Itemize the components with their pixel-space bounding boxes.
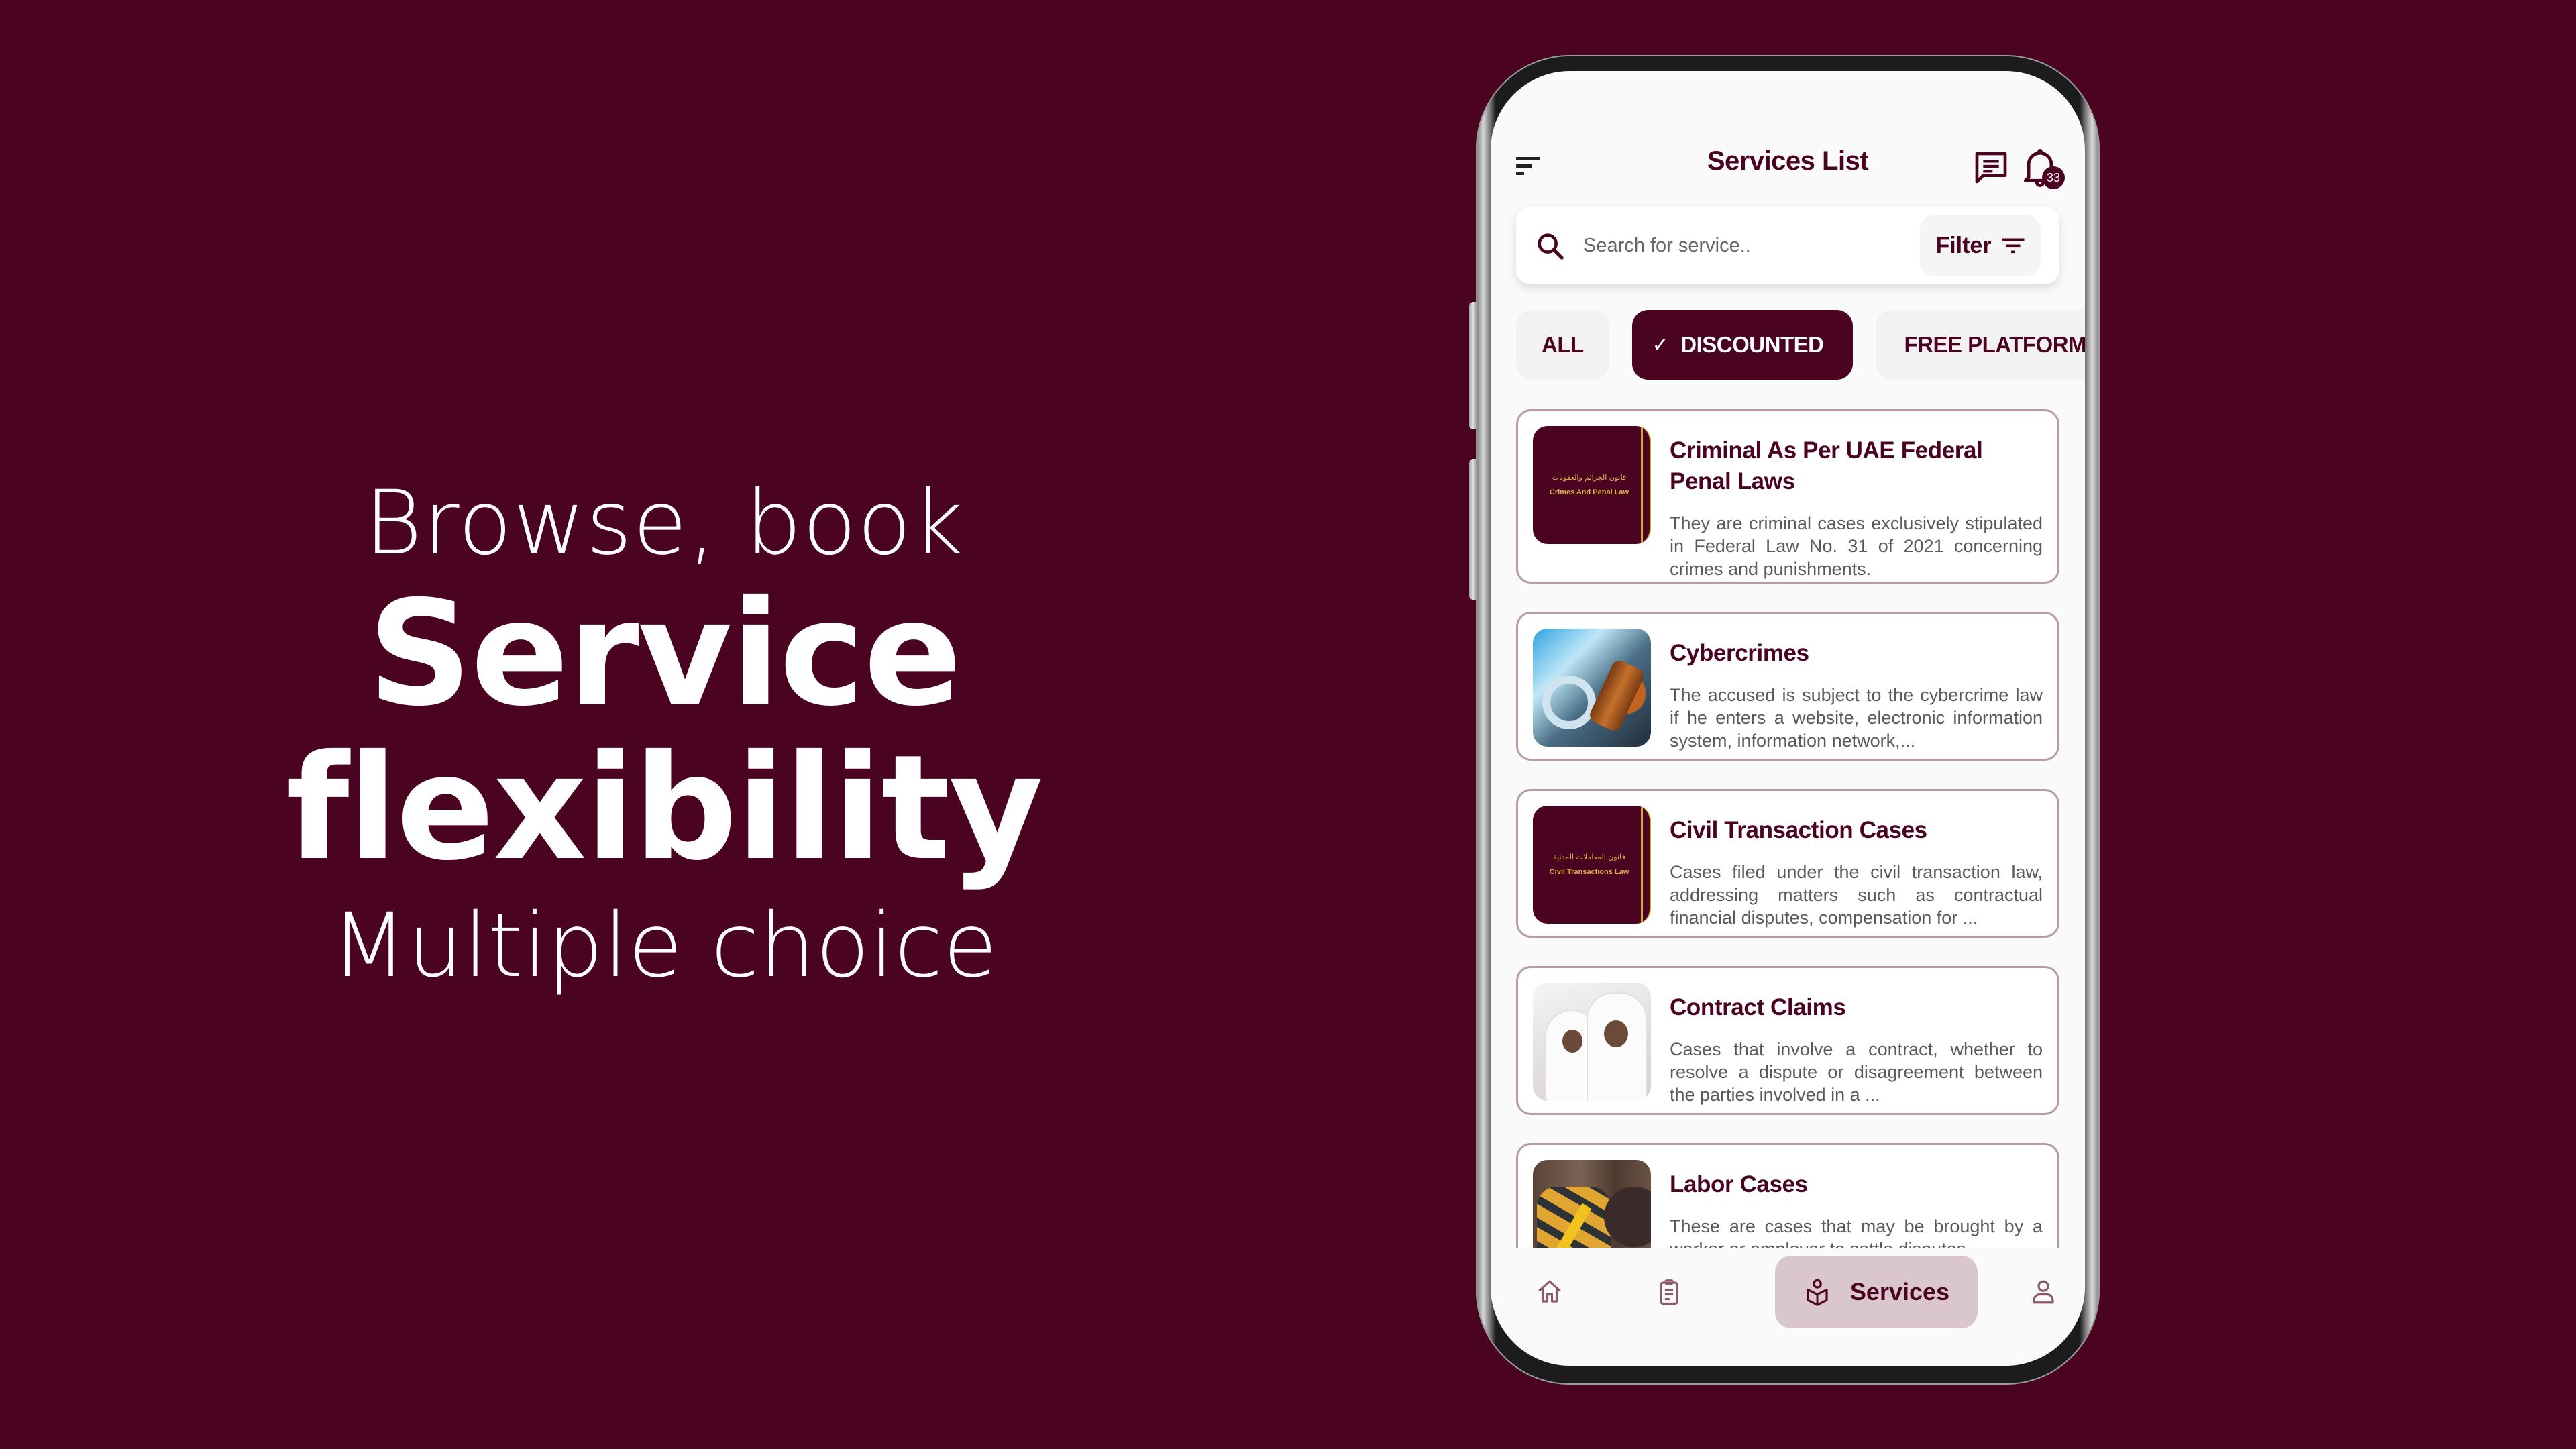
service-description: Cases filed under the civil transaction … [1670,862,2043,928]
hero-line-choice: Multiple choice [331,894,998,998]
chip-label: ALL [1542,332,1584,357]
nav-services-label: Services [1849,1278,1950,1305]
user-icon [2033,1280,2054,1304]
services-list[interactable]: قانون الجرائم والعقوبات Crimes And Penal… [1516,409,2059,1248]
service-description: These are cases that may be brought by a… [1670,1216,2043,1248]
book-title-english: Crimes And Penal Law [1549,488,1629,496]
nav-orders[interactable] [1642,1256,1696,1328]
chat-icon[interactable] [1972,149,2010,186]
notification-badge: 33 [2042,166,2065,189]
service-description: Cases that involve a contract, whether t… [1670,1039,2043,1105]
service-card[interactable]: قانون المعاملات المدنية Civil Transactio… [1516,789,2059,938]
book-title-arabic: قانون المعاملات المدنية [1553,853,1625,861]
service-title: Contract Claims [1670,994,1846,1020]
book-title-arabic: قانون الجرائم والعقوبات [1552,473,1627,482]
search-bar: Filter [1516,207,2059,284]
services-reader-icon [1807,1279,1828,1306]
check-icon: ✓ [1652,333,1669,356]
bottom-navigation: Services [1491,1249,2085,1350]
service-card[interactable]: Contract Claims Cases that involve a con… [1516,966,2059,1115]
book-title-english: Civil Transactions Law [1549,868,1629,876]
chip-all[interactable]: ALL [1516,310,1609,380]
chip-discounted[interactable]: ✓ DISCOUNTED [1631,310,1854,380]
chip-label: DISCOUNTED [1680,332,1824,357]
nav-services[interactable]: Services [1775,1256,1978,1328]
service-thumbnail: قانون المعاملات المدنية Civil Transactio… [1533,806,1651,924]
volume-up-button [1469,302,1477,429]
chip-label: FREE PLATFORM F [1904,332,2085,357]
nav-home[interactable] [1523,1256,1576,1328]
filter-label: Filter [1935,232,1992,258]
search-input[interactable] [1583,227,1905,264]
service-thumbnail [1533,1160,1651,1248]
chip-free-platform[interactable]: FREE PLATFORM F [1876,310,2085,380]
service-card[interactable]: Cybercrimes The accused is subject to th… [1516,612,2059,761]
service-thumbnail [1533,983,1651,1101]
hero-text: Browse, book Service flexibility Multipl… [27,470,1301,1006]
filter-button[interactable]: Filter [1920,215,2041,276]
service-title: Civil Transaction Cases [1670,817,1927,843]
hero-line-browse: Browse, book [364,472,965,575]
filter-chips: ALL ✓ DISCOUNTED FREE PLATFORM F [1516,310,2085,380]
service-description: They are criminal cases exclusively stip… [1670,513,2043,579]
service-title: Cybercrimes [1670,640,1809,666]
service-card[interactable]: قانون الجرائم والعقوبات Crimes And Penal… [1516,409,2059,584]
service-thumbnail [1533,629,1651,747]
service-card[interactable]: Labor Cases These are cases that may be … [1516,1143,2059,1248]
nav-profile[interactable] [2017,1256,2070,1328]
volume-down-button [1469,459,1477,600]
search-icon [1535,231,1566,262]
service-thumbnail: قانون الجرائم والعقوبات Crimes And Penal… [1533,426,1651,544]
app-screen: Services List 33 Search for service.. Fi… [1491,71,2085,1366]
service-title: Criminal As Per UAE Federal Penal Laws [1670,437,1983,494]
app-bar: Services List 33 [1491,71,2085,199]
hero-headline: Service flexibility [286,570,1044,892]
filter-icon [2002,238,2025,254]
service-description: The accused is subject to the cybercrime… [1670,685,2043,751]
phone-mockup: Services List 33 Search for service.. Fi… [1469,55,2100,1385]
home-icon [1538,1280,1561,1303]
clipboard-icon [1660,1279,1678,1305]
service-title: Labor Cases [1670,1171,1808,1197]
